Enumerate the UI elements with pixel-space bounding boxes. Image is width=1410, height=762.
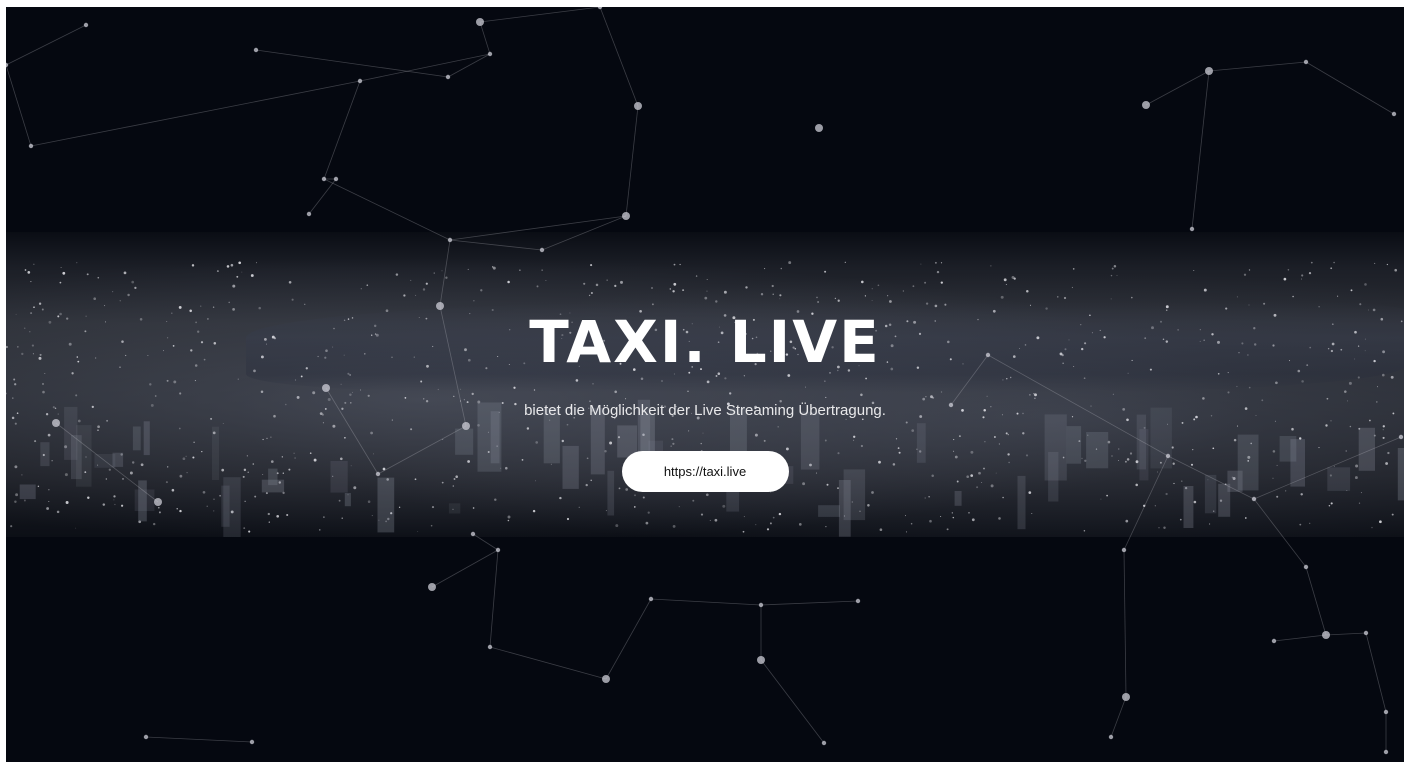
- network-line: [1325, 632, 1367, 636]
- network-node: [445, 74, 451, 80]
- network-line: [6, 64, 32, 147]
- network-line: [30, 80, 361, 147]
- network-node: [476, 18, 484, 26]
- network-node: [758, 602, 764, 608]
- network-node: [1121, 547, 1127, 553]
- network-line: [541, 215, 627, 251]
- network-line: [625, 105, 639, 217]
- network-line: [449, 239, 543, 251]
- network-line: [1123, 549, 1127, 698]
- network-line: [6, 24, 87, 66]
- network-node: [1189, 226, 1195, 232]
- page-frame: TAXI. LIVE bietet die Möglichkeit der Li…: [6, 7, 1404, 762]
- network-line: [599, 7, 639, 107]
- network-node: [1205, 67, 1213, 75]
- network-line: [1191, 70, 1210, 230]
- network-line: [1273, 634, 1327, 642]
- network-node: [306, 211, 312, 217]
- network-node: [83, 22, 89, 28]
- network-node: [154, 498, 162, 506]
- network-line: [308, 178, 337, 215]
- network-node: [597, 7, 603, 10]
- network-node: [1383, 749, 1389, 755]
- network-line: [489, 646, 607, 680]
- network-line: [479, 7, 601, 23]
- network-line: [1305, 61, 1395, 115]
- network-node: [1122, 693, 1130, 701]
- network-line: [1253, 498, 1307, 568]
- network-node: [1391, 111, 1397, 117]
- network-node: [487, 51, 493, 57]
- network-node: [333, 176, 339, 182]
- network-line: [1305, 566, 1327, 636]
- network-line: [449, 215, 627, 241]
- network-line: [760, 659, 825, 744]
- network-line: [323, 80, 361, 180]
- network-node: [602, 675, 610, 683]
- network-line: [472, 533, 499, 551]
- network-node: [539, 247, 545, 253]
- network-line: [605, 598, 652, 680]
- network-line: [479, 21, 491, 55]
- network-line: [1145, 70, 1210, 106]
- network-node: [1303, 564, 1309, 570]
- network-node: [1271, 638, 1277, 644]
- site-link-button[interactable]: https://taxi.live: [621, 451, 789, 492]
- network-node: [495, 547, 501, 553]
- network-line: [447, 53, 491, 78]
- network-node: [28, 143, 34, 149]
- network-node: [1322, 631, 1330, 639]
- network-node: [6, 62, 9, 68]
- hero-section: TAXI. LIVE bietet die Möglichkeit der Li…: [6, 307, 1404, 492]
- network-node: [855, 598, 861, 604]
- network-line: [145, 736, 253, 743]
- network-line: [1110, 696, 1127, 738]
- network-node: [622, 212, 630, 220]
- network-node: [1108, 734, 1114, 740]
- network-node: [1383, 709, 1389, 715]
- network-node: [487, 644, 493, 650]
- network-node: [821, 740, 827, 746]
- network-node: [357, 78, 363, 84]
- network-line: [439, 239, 451, 307]
- network-line: [255, 49, 449, 78]
- network-node: [1363, 630, 1369, 636]
- network-line: [489, 549, 499, 648]
- network-node: [1251, 496, 1257, 502]
- site-title: TAXI. LIVE: [529, 308, 881, 376]
- network-node: [634, 102, 642, 110]
- network-line: [323, 178, 451, 241]
- site-subtitle: bietet die Möglichkeit der Live Streamin…: [524, 402, 886, 419]
- network-line: [650, 598, 762, 606]
- network-node: [249, 739, 255, 745]
- network-line: [760, 600, 859, 606]
- network-node: [447, 237, 453, 243]
- network-node: [470, 531, 476, 537]
- network-line: [1365, 632, 1387, 713]
- network-line: [431, 549, 499, 588]
- network-node: [143, 734, 149, 740]
- network-node: [1142, 101, 1150, 109]
- network-node: [1303, 59, 1309, 65]
- network-node: [757, 656, 765, 664]
- network-line: [1208, 61, 1307, 72]
- network-node: [253, 47, 259, 53]
- network-node: [428, 583, 436, 591]
- network-node: [648, 596, 654, 602]
- network-node: [815, 124, 823, 132]
- network-node: [321, 176, 327, 182]
